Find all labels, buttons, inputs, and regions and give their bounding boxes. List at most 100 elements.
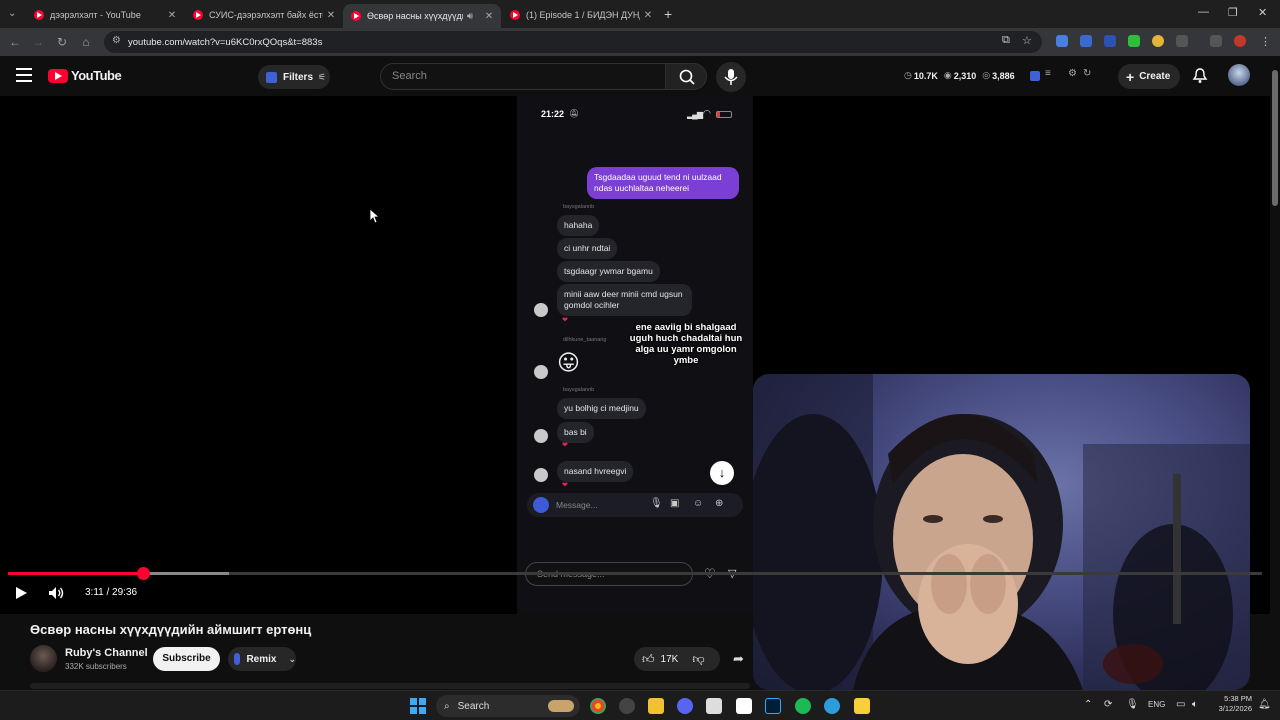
download-extension-icon[interactable] (1128, 35, 1140, 47)
plus-icon: + (1126, 68, 1135, 85)
input-language[interactable]: ENG (1148, 700, 1165, 709)
chrome-extension-icon[interactable] (1152, 35, 1164, 47)
progress-scrubber-handle[interactable] (136, 567, 150, 580)
scrollbar-thumb[interactable] (1272, 70, 1278, 206)
description-box-edge (30, 683, 750, 689)
close-tab-icon[interactable]: ✕ (323, 10, 339, 21)
voice-search-button[interactable] (716, 62, 746, 92)
show-hidden-icons-chevron[interactable]: ⌃ (1084, 699, 1092, 710)
youtube-logo[interactable]: YouTube (48, 68, 122, 83)
subscribe-button[interactable]: Subscribe (153, 647, 220, 671)
tab-title: Өсвөр насны хүүхдүүдийн (367, 11, 463, 21)
signal-icon: ▂▄▆ (687, 110, 703, 119)
tab-2[interactable]: СУИС-дээрэлхэлт байх ёстой и ✕ (185, 4, 343, 26)
file-explorer-icon[interactable] (648, 698, 664, 714)
photoshop-icon[interactable] (765, 698, 781, 714)
tray-mic-icon[interactable]: 🎙︎ (1126, 699, 1139, 710)
wifi-icon: ◠ (703, 108, 711, 118)
clock-date[interactable]: 5:38 PM 3/12/2026 (1212, 694, 1252, 714)
app-taskbar-icon[interactable] (619, 698, 635, 714)
filters-label: Filters (283, 71, 314, 83)
profile-avatar-icon[interactable] (1234, 35, 1246, 47)
browser-menu-icon[interactable]: ⋮ (1260, 35, 1271, 48)
forward-icon[interactable]: → (29, 33, 47, 51)
address-bar[interactable]: ⚙︎ youtube.com/watch?v=u6KC0rxQOqs&t=883… (104, 31, 1042, 53)
extension-logo-icon[interactable] (1030, 71, 1040, 81)
stat-views: 10.7K (913, 70, 938, 81)
tab-1[interactable]: дээрэлхэлт - YouTube ✕ (26, 4, 184, 26)
remix-button[interactable]: Remix ⌄ (228, 647, 296, 671)
app-c-icon[interactable] (824, 698, 840, 714)
message-bubble: tsgdaagr ywmar bgamu (557, 261, 660, 282)
minimize-icon[interactable]: — (1198, 6, 1209, 18)
extension-icon[interactable] (1104, 35, 1116, 47)
maximize-icon[interactable]: ❐ (1228, 6, 1238, 19)
discord-icon[interactable] (677, 698, 693, 714)
webcam-scene (753, 374, 1250, 690)
refresh-icon[interactable]: ↻ (1083, 68, 1091, 79)
close-tab-icon[interactable]: ✕ (164, 10, 180, 21)
search-input[interactable]: Search (380, 63, 666, 90)
extension-icon[interactable] (1080, 35, 1092, 47)
hamburger-menu-icon[interactable] (16, 68, 32, 82)
reload-icon[interactable]: ↻ (53, 33, 71, 51)
sender-avatar (534, 365, 548, 379)
reading-list-icon[interactable] (1210, 35, 1222, 47)
scroll-down-arrow-icon: ↓ (710, 461, 734, 485)
speaker-icon[interactable]: 🔊︎ (463, 11, 477, 22)
spotify-icon[interactable] (795, 698, 811, 714)
search-button[interactable] (665, 63, 707, 90)
extension-logo-icon (234, 653, 241, 665)
back-icon[interactable]: ← (6, 33, 24, 51)
tray-app-icon[interactable]: ⟳ (1104, 699, 1112, 710)
like-count[interactable]: 17K (661, 654, 679, 665)
channel-name[interactable]: Ruby's Channel (65, 647, 148, 659)
message-bubble: hahaha (557, 215, 600, 236)
search-highlight-icon (548, 700, 574, 712)
tab-3-active[interactable]: Өсвөр насны хүүхдүүдийн 🔊︎ ✕ (343, 4, 501, 28)
tab-list-chevron-icon[interactable]: ⌄ (8, 8, 20, 20)
speaker-volume-icon[interactable]: 🔈︎ (1192, 699, 1198, 710)
taskbar-search[interactable]: ⌕ Search (436, 695, 580, 717)
close-tab-icon[interactable]: ✕ (481, 11, 497, 22)
share-icon[interactable]: ➦ (733, 651, 744, 667)
thumbs-up-icon[interactable]: 👍︎ (642, 652, 655, 667)
create-label: Create (1139, 71, 1171, 82)
sticky-notes-icon[interactable] (854, 698, 870, 714)
extensions-puzzle-icon[interactable] (1176, 35, 1188, 47)
settings-icon[interactable]: ⚙︎ (1068, 68, 1077, 79)
network-icon[interactable]: ▭ (1176, 699, 1185, 710)
create-button[interactable]: + Create (1118, 64, 1180, 89)
webcam-overlay (753, 374, 1250, 690)
home-icon[interactable]: ⌂ (77, 33, 95, 51)
notifications-bell-icon[interactable] (1192, 67, 1208, 84)
tab-4[interactable]: (1) Episode 1 / БИДЭН ДУНД / ✕ (502, 4, 660, 26)
capcut-icon[interactable] (706, 698, 722, 714)
notion-icon[interactable] (736, 698, 752, 714)
phone-message-placeholder: Message... (556, 500, 598, 510)
filters-button[interactable]: Filters ⚟ (258, 65, 330, 89)
windows-start-icon[interactable] (410, 698, 426, 714)
bookmark-star-icon[interactable]: ☆ (1022, 34, 1032, 47)
new-tab-icon[interactable]: + (664, 6, 672, 22)
message-bubble: ci unhr ndtai (557, 238, 618, 259)
message-username: dilhkune_taanarig (563, 337, 607, 343)
notification-center-icon[interactable]: 🔔︎ (1258, 699, 1271, 710)
heart-reaction-icon: ❤ (562, 317, 568, 324)
close-tab-icon[interactable]: ✕ (640, 10, 656, 21)
add-circle-icon: ⊕ (715, 498, 724, 509)
youtube-logo-icon (48, 68, 68, 83)
user-avatar[interactable] (1228, 64, 1250, 86)
chrome-taskbar-icon[interactable] (590, 698, 606, 714)
install-app-icon[interactable]: ⧉ (1002, 34, 1010, 47)
close-window-icon[interactable]: ✕ (1258, 6, 1267, 19)
list-icon[interactable]: ≡ (1045, 68, 1051, 79)
extension-icon[interactable] (1056, 35, 1068, 47)
volume-button[interactable] (48, 586, 66, 600)
extension-logo-icon (266, 71, 277, 83)
site-info-icon[interactable]: ⚙︎ (112, 35, 121, 46)
play-button[interactable] (14, 586, 28, 600)
thumbs-down-icon[interactable]: 👎︎ (692, 652, 704, 667)
message-username: baysgalannb (563, 204, 595, 210)
channel-avatar[interactable] (30, 645, 57, 672)
